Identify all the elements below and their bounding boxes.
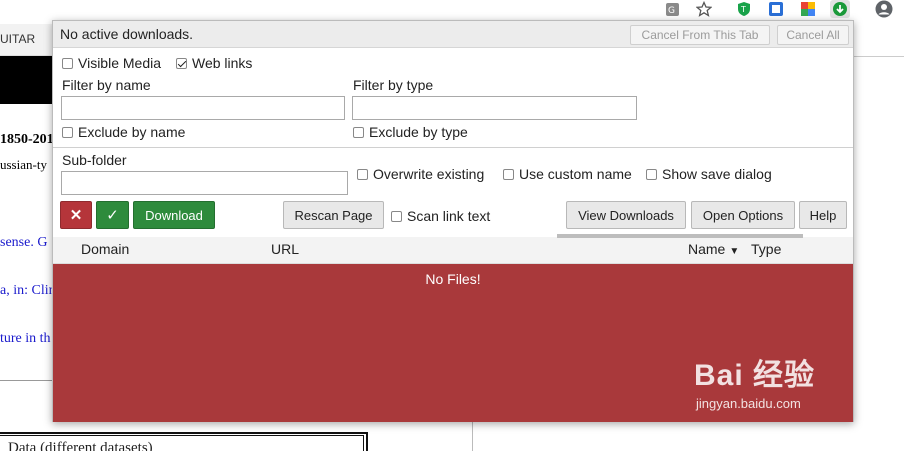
page-link[interactable]: a, in: Clin bbox=[0, 283, 56, 299]
rescan-page-button[interactable]: Rescan Page bbox=[283, 201, 384, 229]
deselect-all-button[interactable]: ✕ bbox=[60, 201, 92, 229]
open-options-button[interactable]: Open Options bbox=[691, 201, 795, 229]
browser-toolbar: G T bbox=[0, 0, 904, 20]
popup-header: No active downloads. Cancel From This Ta… bbox=[53, 21, 853, 48]
filter-name-input[interactable] bbox=[61, 96, 345, 120]
cancel-all-button[interactable]: Cancel All bbox=[777, 25, 849, 45]
exclude-name-checkbox[interactable]: Exclude by name bbox=[62, 124, 185, 140]
overwrite-label: Overwrite existing bbox=[373, 166, 485, 182]
column-url[interactable]: URL bbox=[271, 241, 299, 257]
visible-media-box[interactable] bbox=[62, 57, 73, 69]
shield-icon[interactable]: T bbox=[734, 0, 754, 18]
save-dialog-label: Show save dialog bbox=[662, 166, 772, 182]
watermark-logo: Bai 经验 bbox=[694, 359, 816, 392]
exclude-name-box[interactable] bbox=[62, 126, 73, 138]
star-icon[interactable] bbox=[694, 0, 714, 18]
save-dialog-box[interactable] bbox=[646, 168, 657, 180]
web-links-checkbox[interactable]: Web links bbox=[176, 55, 252, 71]
empty-message: No Files! bbox=[425, 271, 481, 287]
subfolder-input[interactable] bbox=[61, 171, 348, 195]
custom-name-label: Use custom name bbox=[519, 166, 632, 182]
close-icon: ✕ bbox=[69, 207, 83, 224]
view-downloads-button[interactable]: View Downloads bbox=[566, 201, 686, 229]
svg-text:G: G bbox=[668, 6, 675, 16]
page-link[interactable]: sense. G bbox=[0, 235, 47, 251]
check-icon: ✓ bbox=[106, 207, 119, 224]
baidu-watermark: Bai 经验 jingyan.baidu.com bbox=[694, 350, 815, 411]
visible-media-checkbox[interactable]: Visible Media bbox=[62, 55, 161, 71]
scan-link-text-checkbox[interactable]: Scan link text bbox=[391, 208, 490, 224]
save-dialog-checkbox[interactable]: Show save dialog bbox=[646, 166, 772, 182]
page-divider bbox=[854, 56, 904, 57]
exclude-type-label: Exclude by type bbox=[369, 124, 468, 140]
download-button[interactable]: Download bbox=[133, 201, 215, 229]
cancel-from-tab-button[interactable]: Cancel From This Tab bbox=[630, 25, 770, 45]
page-banner bbox=[0, 56, 52, 104]
column-name[interactable]: Name ▼ bbox=[688, 241, 739, 257]
exclude-name-label: Exclude by name bbox=[78, 124, 186, 140]
select-all-button[interactable]: ✓ bbox=[96, 201, 129, 229]
web-links-label: Web links bbox=[192, 55, 253, 71]
extension-icon[interactable] bbox=[766, 0, 786, 18]
horizontal-scrollbar[interactable] bbox=[557, 234, 803, 238]
watermark-url: jingyan.baidu.com bbox=[696, 396, 801, 411]
web-links-box[interactable] bbox=[176, 57, 187, 69]
overwrite-box[interactable] bbox=[357, 168, 368, 180]
scan-link-text-label: Scan link text bbox=[407, 208, 491, 224]
page-nav-text[interactable]: UITAR bbox=[0, 32, 35, 46]
subfolder-label: Sub-folder bbox=[62, 152, 127, 168]
filter-type-label: Filter by type bbox=[353, 77, 434, 93]
exclude-type-box[interactable] bbox=[353, 126, 364, 138]
column-type[interactable]: Type bbox=[751, 241, 781, 257]
profile-icon[interactable] bbox=[874, 0, 894, 18]
scan-link-text-box[interactable] bbox=[391, 210, 402, 222]
help-button[interactable]: Help bbox=[799, 201, 847, 229]
overwrite-checkbox[interactable]: Overwrite existing bbox=[357, 166, 484, 182]
column-name-label: Name bbox=[688, 241, 726, 257]
svg-text:T: T bbox=[740, 5, 746, 14]
colorful-icon[interactable] bbox=[798, 0, 818, 18]
exclude-type-checkbox[interactable]: Exclude by type bbox=[353, 124, 468, 140]
visible-media-label: Visible Media bbox=[78, 55, 162, 71]
filter-type-input[interactable] bbox=[352, 96, 637, 120]
translate-icon[interactable]: G bbox=[662, 0, 682, 18]
download-icon[interactable] bbox=[830, 0, 850, 18]
page-column-divider bbox=[472, 420, 473, 451]
filter-name-label: Filter by name bbox=[62, 77, 151, 93]
page-text-line: ussian-ty bbox=[0, 157, 47, 172]
page-text-line: 1850-201 bbox=[0, 132, 54, 147]
section-divider bbox=[53, 147, 853, 148]
custom-name-checkbox[interactable]: Use custom name bbox=[503, 166, 632, 182]
custom-name-box[interactable] bbox=[503, 168, 514, 180]
page-table-caption: Data (different datasets) bbox=[8, 440, 153, 451]
column-domain[interactable]: Domain bbox=[81, 241, 129, 257]
file-table-header: Domain URL Name ▼ Type bbox=[53, 237, 853, 264]
status-text: No active downloads. bbox=[60, 26, 194, 42]
sort-down-icon: ▼ bbox=[729, 246, 740, 257]
page-divider bbox=[0, 380, 52, 381]
page-link[interactable]: ture in th bbox=[0, 331, 51, 347]
